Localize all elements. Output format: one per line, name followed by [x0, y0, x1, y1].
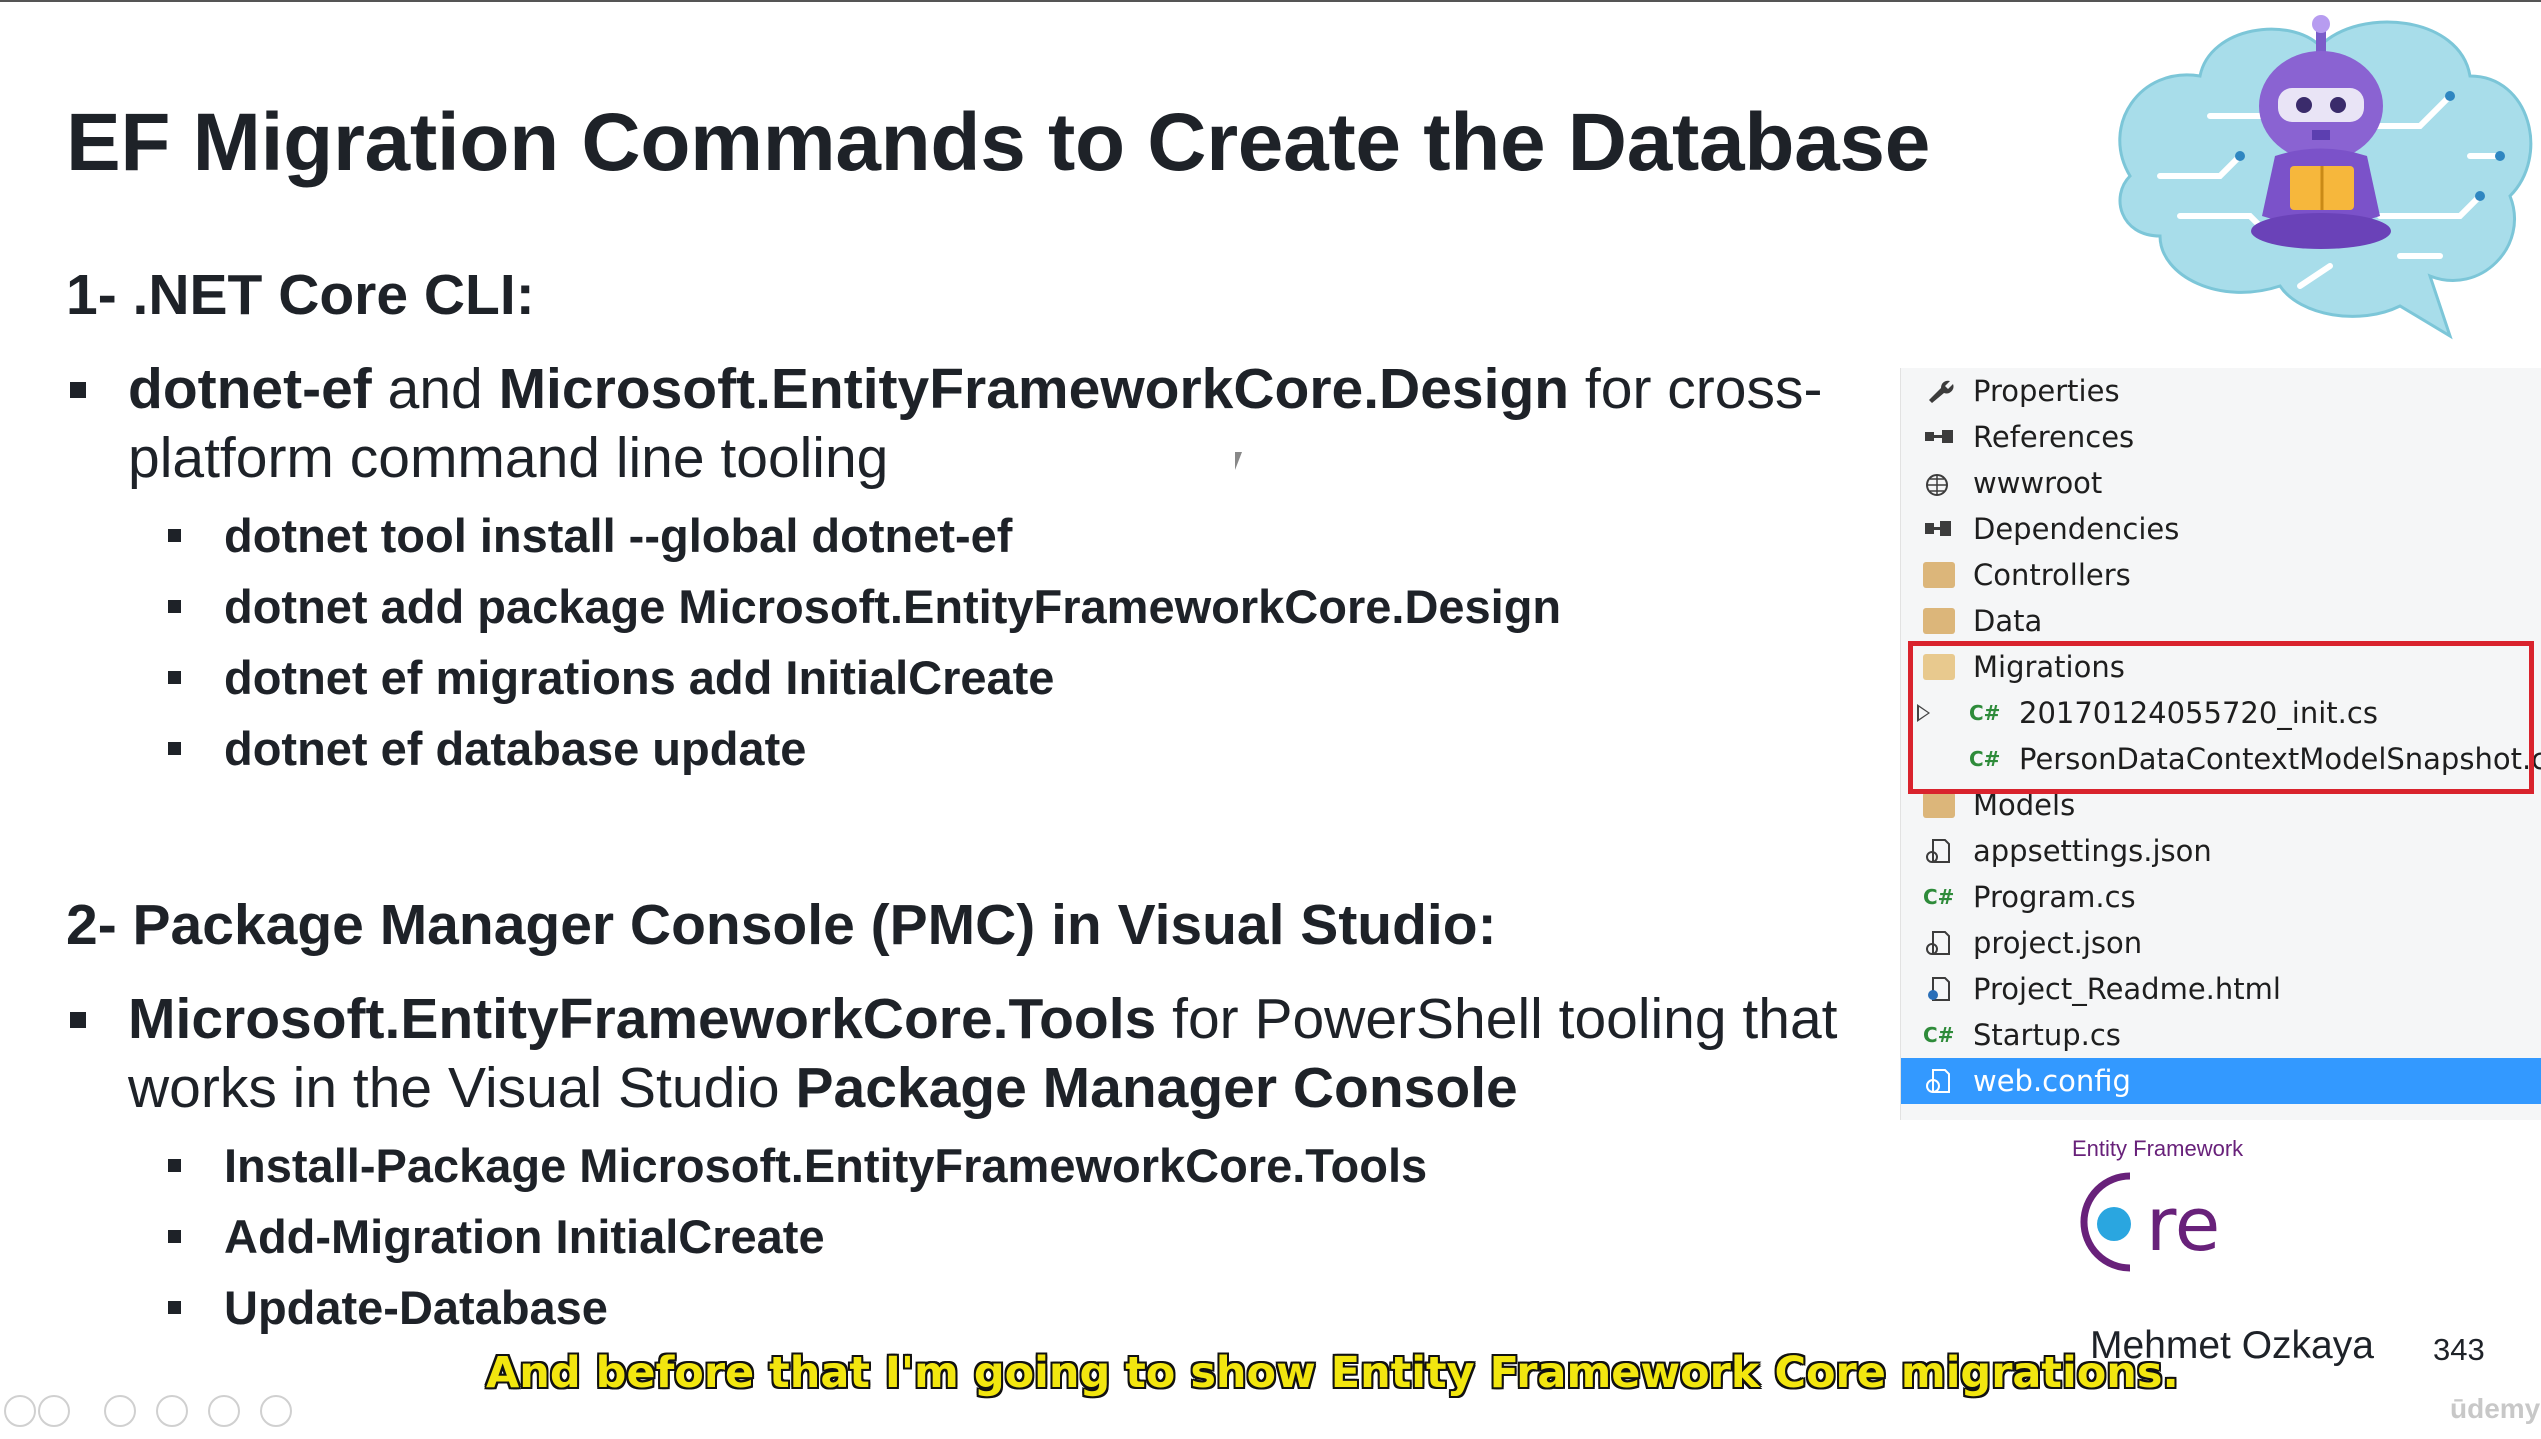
next-icon[interactable]	[38, 1395, 70, 1427]
html-file-icon	[1928, 977, 1950, 1001]
dotnet-bot-mascot-illustration	[2118, 15, 2533, 340]
csharp-file-icon: C#	[1923, 885, 1955, 909]
folder-icon	[1923, 608, 1955, 634]
tree-item-appsettings[interactable]: appsettings.json	[1901, 828, 2541, 874]
more-options-icon[interactable]	[260, 1395, 292, 1427]
slide-controls	[4, 1395, 304, 1431]
tree-item-dependencies[interactable]: Dependencies	[1901, 506, 2541, 552]
bullet-text: dotnet-ef and Microsoft.EntityFrameworkC…	[128, 357, 1823, 490]
section1-heading: 1- .NET Core CLI:	[66, 263, 535, 327]
json-file-icon	[1926, 931, 1950, 955]
slide-title: EF Migration Commands to Create the Data…	[66, 97, 1931, 188]
tree-item-project-json[interactable]: project.json	[1901, 920, 2541, 966]
globe-icon	[1926, 474, 1948, 496]
top-border	[0, 0, 2541, 2]
mouse-cursor-icon	[1235, 452, 1242, 470]
dependencies-icon	[1925, 521, 1951, 536]
video-subtitle: And before that I'm going to show Entity…	[486, 1348, 2179, 1398]
tree-item-readme[interactable]: Project_Readme.html	[1901, 966, 2541, 1012]
config-file-icon	[1926, 1069, 1950, 1093]
folder-icon	[1923, 562, 1955, 588]
folder-icon	[1923, 792, 1955, 818]
bullet-marker	[70, 1012, 86, 1028]
tree-item-web-config[interactable]: web.config	[1901, 1058, 2541, 1104]
references-icon	[1925, 430, 1953, 443]
ef-logo-caption: Entity Framework	[2072, 1136, 2244, 1161]
tree-item-properties[interactable]: Properties	[1901, 368, 2541, 414]
section2-heading: 2- Package Manager Console (PMC) in Visu…	[66, 893, 1497, 957]
bullet-text: Microsoft.EntityFrameworkCore.Tools for …	[128, 987, 1838, 1120]
tree-item-controllers[interactable]: Controllers	[1901, 552, 2541, 598]
ef-logo-text: re	[2146, 1182, 2220, 1268]
ef-core-logo: re	[2080, 1172, 2220, 1272]
wrench-icon	[1929, 380, 1954, 403]
tree-item-data[interactable]: Data	[1901, 598, 2541, 644]
json-file-icon	[1926, 839, 1950, 863]
csharp-file-icon: C#	[1923, 1023, 1955, 1047]
tree-item-wwwroot[interactable]: wwwroot	[1901, 460, 2541, 506]
page-number: 343	[2433, 1332, 2485, 1367]
previous-icon[interactable]	[4, 1395, 36, 1427]
tree-item-startup[interactable]: C# Startup.cs	[1901, 1012, 2541, 1058]
bullet-marker	[70, 382, 86, 398]
migrations-highlight-box	[1908, 641, 2534, 794]
slides-icon[interactable]	[156, 1395, 188, 1427]
pen-icon[interactable]	[104, 1395, 136, 1427]
zoom-icon[interactable]	[208, 1395, 240, 1427]
tree-item-references[interactable]: References	[1901, 414, 2541, 460]
udemy-watermark: ūdemy	[2450, 1393, 2541, 1424]
tree-item-program[interactable]: C# Program.cs	[1901, 874, 2541, 920]
